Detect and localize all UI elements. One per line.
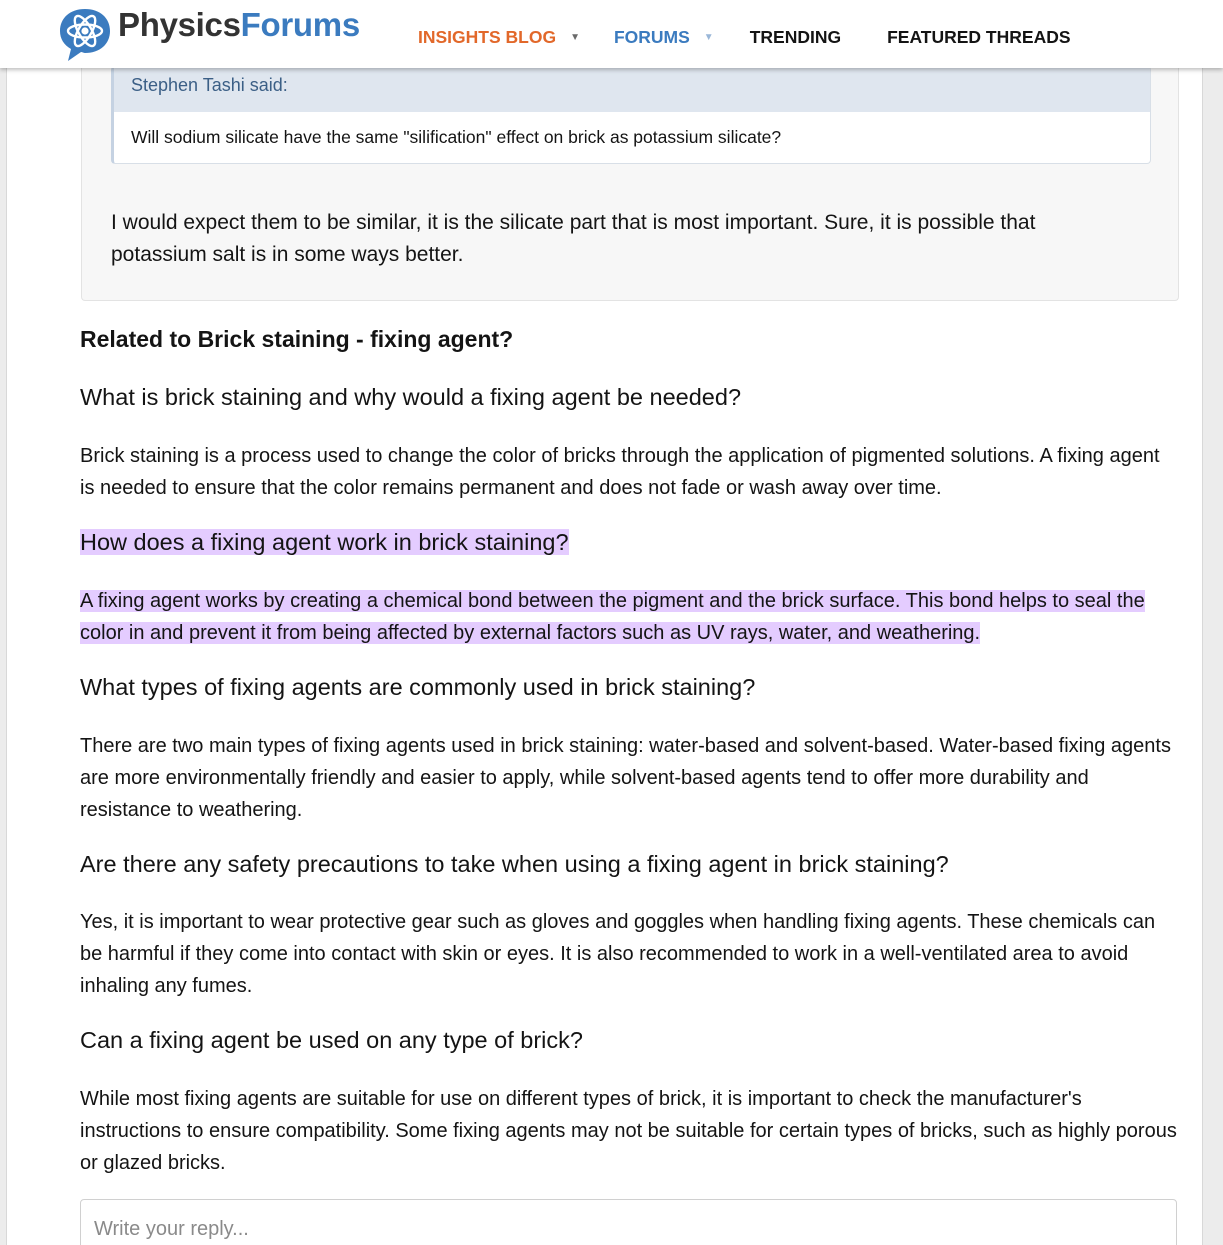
- forum-post: Stephen Tashi said: Will sodium silicate…: [81, 40, 1179, 301]
- main-nav: INSIGHTS BLOG ▼ FORUMS ▼ TRENDING FEATUR…: [418, 27, 1071, 48]
- faq-answer: Yes, it is important to wear protective …: [80, 911, 1156, 997]
- quote-block: Stephen Tashi said: Will sodium silicate…: [111, 66, 1151, 164]
- faq-answer: While most fixing agents are suitable fo…: [80, 1088, 1177, 1174]
- reply-input[interactable]: Write your reply...: [80, 1199, 1177, 1245]
- faq-question: Can a fixing agent be used on any type o…: [80, 1027, 583, 1053]
- nav-insights-blog[interactable]: INSIGHTS BLOG ▼: [418, 27, 580, 48]
- post-body: I would expect them to be similar, it is…: [111, 211, 1036, 266]
- faq-answer: A fixing agent works by creating a chemi…: [80, 585, 1178, 649]
- nav-trending[interactable]: TRENDING: [750, 27, 841, 48]
- faq-question: How does a fixing agent work in brick st…: [80, 529, 569, 556]
- nav-featured-threads[interactable]: FEATURED THREADS: [887, 27, 1070, 48]
- quote-text: Will sodium silicate have the same "sili…: [131, 127, 782, 147]
- highlighted-text: A fixing agent works by creating a chemi…: [80, 590, 1145, 644]
- quote-author[interactable]: Stephen Tashi said:: [114, 67, 1150, 112]
- atom-speech-bubble-icon: [60, 9, 110, 61]
- faq-question: Are there any safety precautions to take…: [80, 851, 949, 877]
- nav-forums-label: FORUMS: [613, 27, 690, 47]
- nav-forums[interactable]: FORUMS ▼: [614, 27, 714, 48]
- logo-text-physics: Physics: [118, 5, 241, 43]
- site-header: PhysicsForums INSIGHTS BLOG ▼ FORUMS ▼ T…: [0, 0, 1223, 68]
- faq-question: What types of fixing agents are commonly…: [80, 674, 756, 700]
- chevron-down-icon[interactable]: ▼: [704, 32, 714, 43]
- faq-answer: There are two main types of fixing agent…: [80, 735, 1171, 821]
- site-logo[interactable]: PhysicsForums: [56, 6, 360, 64]
- logo-wordmark: PhysicsForums: [118, 8, 360, 41]
- faq-question: What is brick staining and why would a f…: [80, 384, 742, 410]
- logo-text-forums: Forums: [240, 5, 361, 43]
- faq-answer: Brick staining is a process used to chan…: [80, 445, 1160, 499]
- nav-insights-label: INSIGHTS BLOG: [418, 27, 557, 47]
- related-title: Related to Brick staining - fixing agent…: [80, 326, 514, 352]
- highlighted-text: How does a fixing agent work in brick st…: [80, 529, 569, 555]
- chevron-down-icon[interactable]: ▼: [570, 32, 580, 43]
